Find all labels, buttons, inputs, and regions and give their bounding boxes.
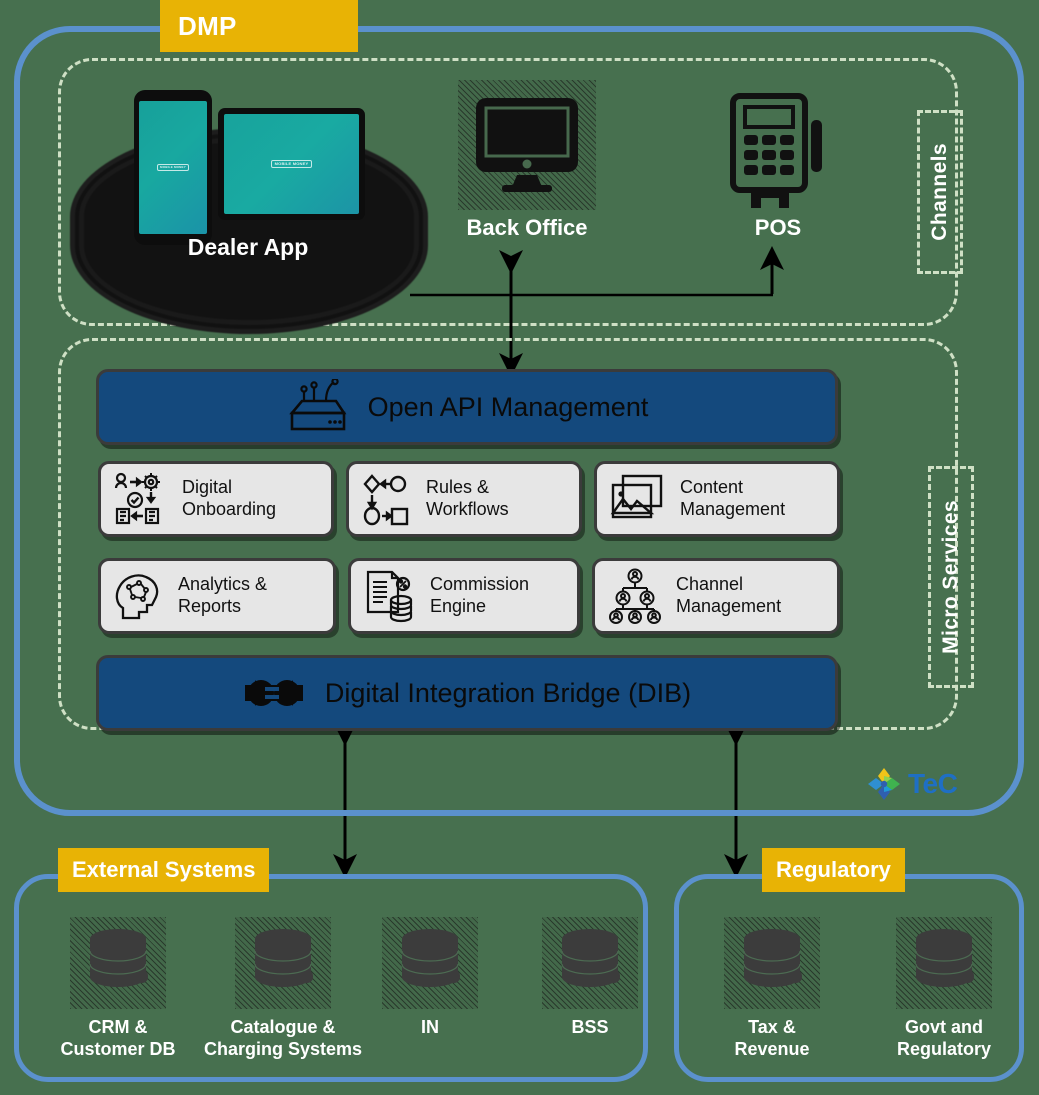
service-card-label: Digital Onboarding (182, 477, 277, 519)
mobile-money-logo-tablet: MOBILE MONEY (270, 159, 313, 169)
open-api-management-label: Open API Management (367, 391, 649, 422)
desktop-monitor-icon (476, 98, 578, 192)
channels-side-label: Channels (917, 110, 963, 274)
mobile-money-logo-phone: MOBILE MONEY (157, 163, 189, 172)
service-card-rules-workflows[interactable]: Rules & Workflows (346, 461, 582, 537)
external-system-catalogue-charging[interactable]: Catalogue & Charging Systems (196, 917, 370, 1060)
workflow-nodes-icon (361, 471, 413, 527)
onboarding-flow-icon (113, 471, 169, 527)
external-system-label: IN (421, 1017, 439, 1037)
service-card-label: Content Management (680, 477, 786, 519)
external-system-crm-customer-db[interactable]: CRM & Customer DB (48, 917, 188, 1060)
regulatory-item-tax-revenue[interactable]: Tax & Revenue (718, 917, 826, 1060)
pos-icon-pad (716, 92, 840, 210)
external-system-label: BSS (571, 1017, 609, 1037)
service-card-commission-engine[interactable]: Commission Engine (348, 558, 580, 634)
database-icon (896, 917, 992, 1009)
service-card-label: Commission Engine (430, 574, 530, 616)
tec-logo-text: TeC (908, 768, 958, 799)
architecture-diagram: DMP MOBILE MONEY MOBILE MONEY Dealer App (0, 0, 1039, 1095)
open-api-management-bar[interactable]: Open API Management (96, 369, 838, 445)
pos-label: POS (754, 215, 802, 240)
dmp-tag-label: DMP (178, 10, 237, 41)
external-systems-tag: External Systems (58, 848, 270, 892)
database-icon (70, 917, 166, 1009)
channels-label-text: Channels (928, 143, 951, 241)
service-card-label: Rules & Workflows (426, 477, 509, 519)
pos-terminal-icon (730, 93, 822, 208)
digital-integration-bridge-bar[interactable]: Digital Integration Bridge (DIB) (96, 655, 838, 731)
external-system-label: Catalogue & Charging Systems (203, 1017, 363, 1059)
service-card-analytics-reports[interactable]: Analytics & Reports (98, 558, 336, 634)
service-card-channel-management[interactable]: Channel Management (592, 558, 840, 634)
plug-connector-icon (244, 680, 303, 706)
service-card-digital-onboarding[interactable]: Digital Onboarding (98, 461, 334, 537)
channel-back-office[interactable]: Back Office (458, 80, 596, 256)
micro-services-side-label: Micro Services (928, 466, 974, 688)
database-icon (382, 917, 478, 1009)
regulatory-item-label: Govt and Regulatory (896, 1017, 992, 1059)
channel-dealer-app[interactable]: MOBILE MONEY MOBILE MONEY Dealer App (78, 76, 418, 326)
database-icon (542, 917, 638, 1009)
regulatory-tag-label: Regulatory (776, 857, 891, 882)
tec-logo: TeC (866, 766, 958, 802)
api-gateway-icon (288, 379, 347, 431)
external-system-label: CRM & Customer DB (60, 1017, 176, 1059)
smartphone-icon: MOBILE MONEY (134, 90, 212, 245)
back-office-icon (458, 80, 596, 210)
service-card-label: Analytics & Reports (178, 574, 268, 616)
dmp-tag: DMP (160, 0, 358, 52)
database-icon (235, 917, 331, 1009)
external-system-bss[interactable]: BSS (542, 917, 638, 1039)
external-system-in[interactable]: IN (382, 917, 478, 1039)
service-card-label: Channel Management (676, 574, 782, 616)
brain-head-icon (113, 568, 165, 624)
tablet-icon: MOBILE MONEY (218, 108, 365, 220)
back-office-label: Back Office (466, 215, 588, 240)
org-network-icon (607, 568, 663, 624)
channel-pos[interactable]: POS (716, 92, 840, 256)
images-stack-icon (609, 473, 667, 525)
dealer-app-label: Dealer App (187, 234, 309, 260)
dib-label: Digital Integration Bridge (DIB) (324, 677, 692, 708)
regulatory-item-label: Tax & Revenue (734, 1017, 810, 1059)
invoice-coins-icon (363, 568, 417, 624)
external-systems-tag-label: External Systems (72, 857, 256, 882)
regulatory-item-govt-regulatory[interactable]: Govt and Regulatory (880, 917, 1008, 1060)
micro-services-label-text: Micro Services (939, 500, 962, 654)
regulatory-tag: Regulatory (762, 848, 905, 892)
service-card-content-management[interactable]: Content Management (594, 461, 840, 537)
database-icon (724, 917, 820, 1009)
pinwheel-cross-icon (868, 768, 900, 800)
